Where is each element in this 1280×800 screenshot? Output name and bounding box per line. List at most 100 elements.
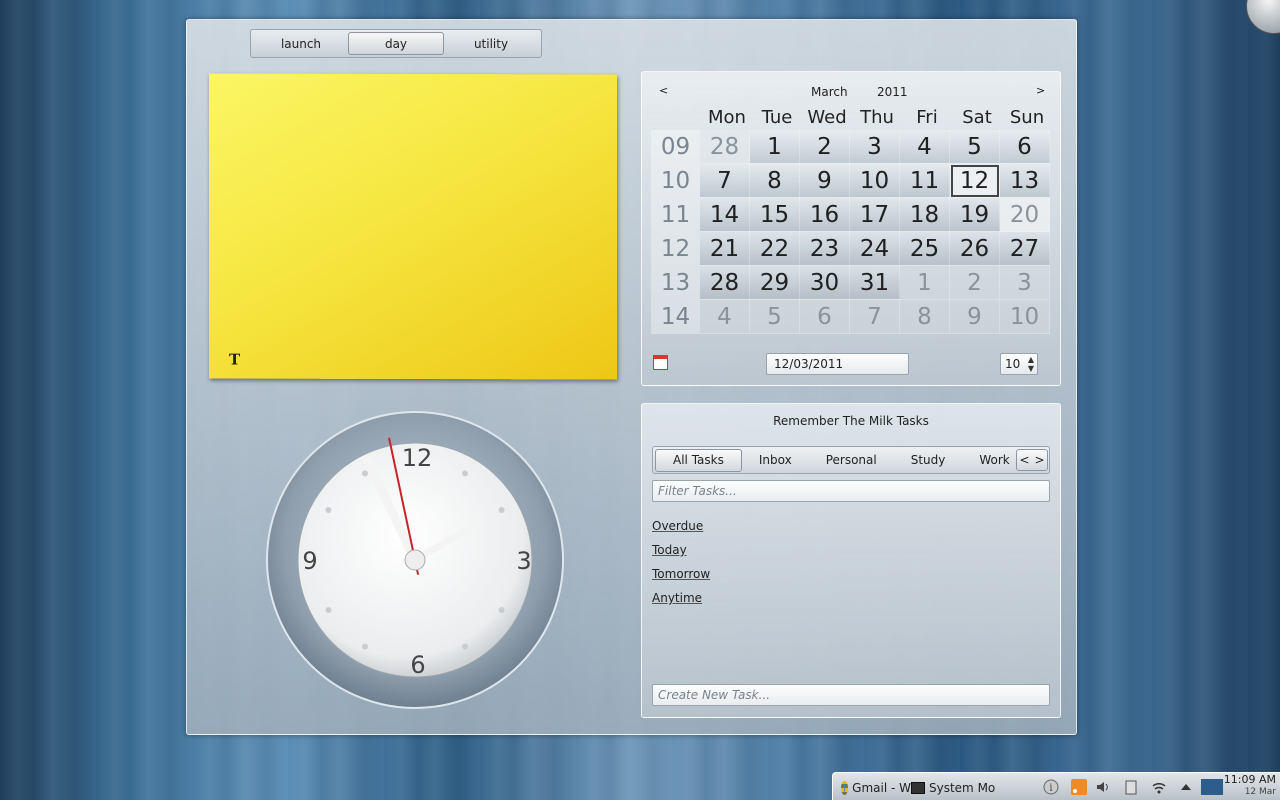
taskbar-clock[interactable]: 11:09 AM 12 Mar bbox=[1224, 774, 1276, 798]
tab-launch[interactable]: launch bbox=[254, 32, 348, 55]
prev-month-button[interactable]: < bbox=[659, 84, 668, 97]
clipboard-icon[interactable] bbox=[1123, 779, 1139, 795]
date-field[interactable]: 12/03/2011 bbox=[766, 353, 909, 375]
week-number: 11 bbox=[651, 198, 700, 232]
calendar-day[interactable]: 16 bbox=[800, 198, 850, 232]
calendar-day[interactable]: 2 bbox=[800, 130, 850, 164]
calendar-day[interactable]: 7 bbox=[700, 164, 750, 198]
calendar-day[interactable]: 30 bbox=[800, 266, 850, 300]
calendar-day[interactable]: 6 bbox=[800, 300, 850, 334]
tab-day[interactable]: day bbox=[348, 32, 444, 55]
week-number-value: 10 bbox=[1005, 357, 1021, 371]
calendar-day[interactable]: 24 bbox=[850, 232, 900, 266]
chrome-icon bbox=[841, 780, 849, 795]
calendar-today-icon[interactable] bbox=[653, 355, 668, 370]
svg-text:i: i bbox=[1049, 783, 1052, 794]
tab-scroll-arrows[interactable]: < > bbox=[1016, 449, 1048, 471]
clock-tick bbox=[325, 507, 332, 513]
calendar-day[interactable]: 5 bbox=[750, 300, 800, 334]
calendar-day[interactable]: 8 bbox=[750, 164, 800, 198]
task-gmail[interactable]: Gmail - W bbox=[841, 777, 911, 798]
activity-panel: launch day utility T < March 2011 > Mon T… bbox=[186, 19, 1077, 735]
calendar-day[interactable]: 3 bbox=[850, 130, 900, 164]
taskbar: Gmail - W System Mo i 11:09 AM 12 Mar bbox=[832, 772, 1280, 800]
desktop-toolbox-button[interactable] bbox=[1246, 0, 1280, 34]
week-number-spinbox[interactable]: 10 ▲ ▼ bbox=[1000, 353, 1038, 375]
spin-arrows-icon[interactable]: ▲ ▼ bbox=[1028, 355, 1034, 373]
calendar-day[interactable]: 19 bbox=[950, 198, 1000, 232]
calendar-day[interactable]: 1 bbox=[750, 130, 800, 164]
calendar-day[interactable]: 15 bbox=[750, 198, 800, 232]
task-system-monitor[interactable]: System Mo bbox=[911, 777, 999, 798]
calendar-day[interactable]: 27 bbox=[1000, 232, 1050, 266]
clock-tick bbox=[498, 507, 505, 513]
group-overdue[interactable]: Overdue bbox=[652, 519, 710, 543]
clock-tick bbox=[325, 607, 332, 613]
calendar-week-row: 10 7 8 9 10 11 12 13 bbox=[651, 164, 1050, 198]
calendar-grid: 09 28 1 2 3 4 5 6 10 7 8 9 10 11 12 13 11 14 15 16 17 18 19 20 1… bbox=[651, 130, 1050, 334]
calendar-day[interactable]: 18 bbox=[900, 198, 950, 232]
calendar-day[interactable]: 20 bbox=[1000, 198, 1050, 232]
calendar-day[interactable]: 1 bbox=[900, 266, 950, 300]
weekday-label: Sun bbox=[1009, 107, 1045, 128]
calendar-day[interactable]: 25 bbox=[900, 232, 950, 266]
activity-tabbar: launch day utility bbox=[250, 29, 542, 58]
calendar-day[interactable]: 21 bbox=[700, 232, 750, 266]
calendar-day[interactable]: 10 bbox=[1000, 300, 1050, 334]
tab-utility[interactable]: utility bbox=[444, 32, 538, 55]
calendar-day[interactable]: 28 bbox=[700, 130, 750, 164]
chevron-right-icon[interactable]: > bbox=[1034, 453, 1044, 467]
calendar-day[interactable]: 3 bbox=[1000, 266, 1050, 300]
calendar-day[interactable]: 2 bbox=[950, 266, 1000, 300]
calendar-day[interactable]: 31 bbox=[850, 266, 900, 300]
rtm-tasks-widget: Remember The Milk Tasks All Tasks Inbox … bbox=[641, 403, 1061, 718]
calendar-day[interactable]: 23 bbox=[800, 232, 850, 266]
desktop-icon[interactable] bbox=[1201, 779, 1223, 795]
calendar-day[interactable]: 29 bbox=[750, 266, 800, 300]
calendar-day[interactable]: 4 bbox=[900, 130, 950, 164]
filter-tasks-input[interactable]: Filter Tasks... bbox=[652, 480, 1050, 502]
group-tomorrow[interactable]: Tomorrow bbox=[652, 567, 710, 591]
next-month-button[interactable]: > bbox=[1036, 84, 1045, 97]
calendar-day[interactable]: 11 bbox=[900, 164, 950, 198]
calendar-day[interactable]: 13 bbox=[1000, 164, 1050, 198]
calendar-day-today[interactable]: 12 bbox=[950, 164, 1000, 198]
clock-tick bbox=[462, 643, 468, 650]
calendar-year[interactable]: 2011 bbox=[877, 85, 908, 99]
create-task-input[interactable]: Create New Task... bbox=[652, 684, 1050, 706]
group-today[interactable]: Today bbox=[652, 543, 710, 567]
tab-study[interactable]: Study bbox=[894, 449, 963, 472]
calendar-day[interactable]: 26 bbox=[950, 232, 1000, 266]
clock-time-text: 11:09 AM bbox=[1223, 773, 1276, 786]
numeral-6: 6 bbox=[410, 651, 425, 679]
wifi-icon[interactable] bbox=[1151, 779, 1167, 795]
week-number: 10 bbox=[651, 164, 700, 198]
clock-tick bbox=[462, 470, 468, 477]
calendar-day[interactable]: 9 bbox=[950, 300, 1000, 334]
text-format-icon[interactable]: T bbox=[229, 351, 240, 369]
group-anytime[interactable]: Anytime bbox=[652, 591, 710, 615]
volume-icon[interactable] bbox=[1095, 779, 1111, 795]
weekday-label: Tue bbox=[761, 107, 793, 128]
calendar-day[interactable]: 7 bbox=[850, 300, 900, 334]
calendar-day[interactable]: 28 bbox=[700, 266, 750, 300]
calendar-day[interactable]: 10 bbox=[850, 164, 900, 198]
calendar-day[interactable]: 14 bbox=[700, 198, 750, 232]
tab-inbox[interactable]: Inbox bbox=[742, 449, 809, 472]
tab-all-tasks[interactable]: All Tasks bbox=[655, 448, 742, 472]
calendar-day[interactable]: 4 bbox=[700, 300, 750, 334]
calendar-month[interactable]: March bbox=[811, 85, 848, 99]
calendar-day[interactable]: 9 bbox=[800, 164, 850, 198]
calendar-day[interactable]: 17 bbox=[850, 198, 900, 232]
calendar-day[interactable]: 8 bbox=[900, 300, 950, 334]
rss-icon[interactable] bbox=[1071, 779, 1087, 795]
expand-tray-icon[interactable] bbox=[1178, 779, 1194, 795]
tab-personal[interactable]: Personal bbox=[809, 449, 894, 472]
calendar-day[interactable]: 5 bbox=[950, 130, 1000, 164]
chevron-left-icon[interactable]: < bbox=[1019, 453, 1029, 467]
calendar-day[interactable]: 6 bbox=[1000, 130, 1050, 164]
info-icon[interactable]: i bbox=[1043, 779, 1059, 795]
sticky-note[interactable]: T bbox=[209, 73, 617, 380]
calendar-day[interactable]: 22 bbox=[750, 232, 800, 266]
numeral-3: 3 bbox=[516, 547, 531, 575]
